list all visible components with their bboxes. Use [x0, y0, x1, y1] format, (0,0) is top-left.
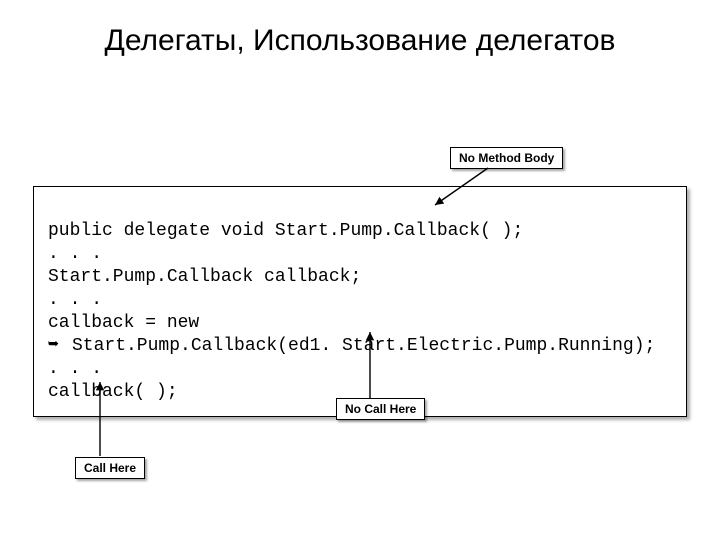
code-line-8: callback( ); — [48, 382, 178, 402]
label-no-method-body: No Method Body — [450, 147, 563, 169]
code-line-3: Start.Pump.Callback callback; — [48, 267, 361, 287]
code-block: public delegate void Start.Pump.Callback… — [33, 186, 687, 417]
code-line-2: . . . — [48, 244, 102, 264]
page-title: Делегаты, Использование делегатов — [0, 24, 720, 58]
code-line-5: callback = new — [48, 313, 199, 333]
label-call-here: Call Here — [75, 457, 145, 479]
code-line-6-text: Start.Pump.Callback(ed1. Start.Electric.… — [72, 336, 655, 356]
code-line-6: ➥Start.Pump.Callback(ed1. Start.Electric… — [48, 336, 655, 356]
code-line-1: public delegate void Start.Pump.Callback… — [48, 221, 523, 241]
code-line-4: . . . — [48, 290, 102, 310]
slide: Делегаты, Использование делегатов No Met… — [0, 0, 720, 540]
label-no-call-here: No Call Here — [336, 398, 425, 420]
code-line-7: . . . — [48, 359, 102, 379]
continuation-arrow-icon: ➥ — [48, 335, 72, 358]
